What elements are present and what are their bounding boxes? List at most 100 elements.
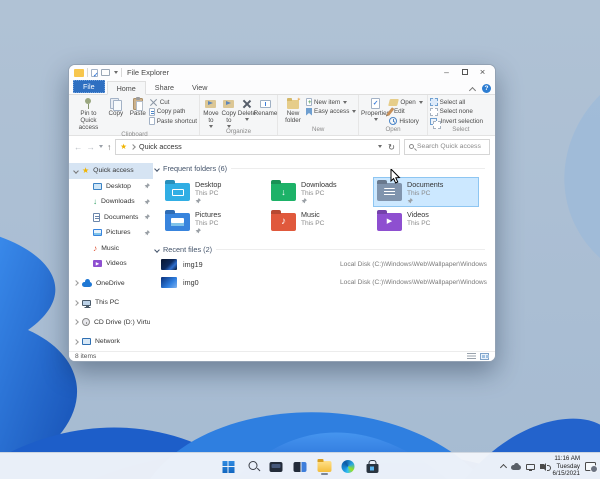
move-to-button[interactable]: Move to xyxy=(202,96,220,128)
forward-button[interactable]: → xyxy=(87,142,96,152)
collapse-chevron-icon[interactable] xyxy=(154,165,160,172)
edge-icon xyxy=(341,460,355,473)
store-button[interactable] xyxy=(364,458,381,475)
new-item-button[interactable]: New item xyxy=(306,98,356,106)
pictures-icon xyxy=(93,229,102,237)
breadcrumb-location[interactable]: Quick access xyxy=(139,142,182,151)
frequent-folders-header[interactable]: Frequent folders (6) xyxy=(154,162,489,175)
minimize-button[interactable]: – xyxy=(439,66,454,79)
sidebar-item-videos[interactable]: ▶ Videos xyxy=(69,256,153,272)
sidebar-item-downloads[interactable]: ↓ Downloads xyxy=(69,194,153,210)
large-icons-view-icon[interactable] xyxy=(480,353,489,360)
tab-share[interactable]: Share xyxy=(146,80,183,94)
tile-music[interactable]: ♪ Music This PC xyxy=(267,207,373,237)
invert-selection-button[interactable]: Invert selection xyxy=(429,117,483,129)
pin-icon xyxy=(84,98,92,109)
taskbar-clock[interactable]: 11:16 AM Tuesday 6/15/2021 xyxy=(552,455,580,477)
tab-home[interactable]: Home xyxy=(106,81,146,95)
collapse-ribbon-icon[interactable] xyxy=(469,85,477,93)
easy-access-button[interactable]: Easy access xyxy=(306,107,357,116)
tile-pictures[interactable]: Pictures This PC xyxy=(161,207,267,237)
address-dropdown-caret[interactable] xyxy=(377,145,382,148)
chevron-right-icon[interactable] xyxy=(73,299,79,306)
recent-locations-caret[interactable] xyxy=(99,145,103,148)
onedrive-tray-icon[interactable] xyxy=(511,462,522,470)
pin-to-quick-access-button[interactable]: Pin to Quick access xyxy=(72,96,105,131)
sidebar-item-this-pc[interactable]: This PC xyxy=(69,295,153,311)
qat-new-folder-icon[interactable] xyxy=(101,69,110,76)
file-row-img0[interactable]: img0 Local Disk (C:)\Windows\Web\Wallpap… xyxy=(161,274,489,292)
sidebar-item-onedrive[interactable]: OneDrive xyxy=(69,276,153,292)
widgets-button[interactable] xyxy=(292,458,309,475)
sidebar-item-music[interactable]: ♪ Music xyxy=(69,241,153,257)
copy-button[interactable]: Copy xyxy=(105,96,127,118)
volume-tray-icon[interactable] xyxy=(540,462,552,471)
new-group-label: New xyxy=(311,126,325,133)
main-area: ★ Quick access Desktop ↓ Downloads Docum… xyxy=(69,157,495,351)
hidden-icons-chevron-icon[interactable] xyxy=(500,463,508,472)
tile-downloads[interactable]: ↓ Downloads This PC xyxy=(267,177,373,207)
history-button[interactable]: History xyxy=(389,117,422,125)
file-row-img19[interactable]: img19 Local Disk (C:)\Windows\Web\Wallpa… xyxy=(161,256,489,274)
chevron-down-icon[interactable] xyxy=(73,167,79,174)
sidebar-item-quick-access[interactable]: ★ Quick access xyxy=(69,163,153,179)
ribbon-group-clipboard: Pin to Quick access Copy Paste Cut Copy … xyxy=(70,95,200,138)
running-app-indicator xyxy=(320,473,328,475)
paste-button[interactable]: Paste xyxy=(127,96,149,118)
status-bar: 8 items xyxy=(69,351,495,361)
dropdown-caret xyxy=(343,100,348,104)
search-box[interactable] xyxy=(404,138,490,155)
task-view-button[interactable] xyxy=(268,458,285,475)
quick-access-icon: ★ xyxy=(120,141,127,151)
up-button[interactable]: ↑ xyxy=(107,142,111,152)
tile-desktop[interactable]: Desktop This PC xyxy=(161,177,267,207)
network-tray-icon[interactable] xyxy=(526,463,536,471)
downloads-folder-icon: ↓ xyxy=(271,183,296,201)
tab-view[interactable]: View xyxy=(183,80,216,94)
properties-button[interactable]: Properties xyxy=(361,96,390,121)
music-icon: ♪ xyxy=(93,242,98,253)
back-button[interactable]: ← xyxy=(74,142,83,152)
tab-file[interactable]: File xyxy=(73,80,105,93)
sidebar-item-cd-drive[interactable]: CD Drive (D:) Virtuall xyxy=(69,315,153,331)
qat-properties-icon[interactable] xyxy=(91,68,98,79)
rename-button[interactable]: Rename xyxy=(254,96,277,118)
new-folder-icon xyxy=(287,97,301,109)
chevron-right-icon[interactable] xyxy=(73,280,79,287)
refresh-icon[interactable]: ↻ xyxy=(388,142,395,152)
select-none-button[interactable]: Select none xyxy=(429,107,483,116)
details-view-icon[interactable] xyxy=(467,353,476,360)
file-explorer-taskbar-button[interactable] xyxy=(316,458,333,475)
new-folder-button[interactable]: New folder xyxy=(280,96,306,125)
pinned-icon xyxy=(301,198,307,204)
collapse-chevron-icon[interactable] xyxy=(154,246,160,253)
cut-button[interactable]: Cut xyxy=(149,98,197,106)
copy-path-button[interactable]: Copy path xyxy=(148,107,197,116)
qat-customize-caret[interactable] xyxy=(114,71,118,74)
ribbon-group-organize: Move to Copy to Delete Rename Organize xyxy=(200,95,278,135)
close-button[interactable]: × xyxy=(475,66,490,79)
start-button[interactable] xyxy=(220,458,237,475)
select-all-button[interactable]: Select all xyxy=(429,98,483,106)
chevron-right-icon[interactable] xyxy=(73,319,79,326)
notification-center-icon[interactable] xyxy=(585,462,598,473)
edit-button[interactable]: Edit xyxy=(386,107,422,116)
sidebar-item-pictures[interactable]: Pictures xyxy=(69,225,153,241)
tile-videos[interactable]: ▶ Videos This PC xyxy=(373,207,479,237)
paste-shortcut-button[interactable]: Paste shortcut xyxy=(148,117,197,125)
sidebar-item-network[interactable]: Network xyxy=(69,334,153,350)
title-bar: File Explorer – × xyxy=(69,65,495,80)
open-button[interactable]: Open xyxy=(388,98,423,106)
taskbar-search-button[interactable] xyxy=(244,458,261,475)
tile-documents[interactable]: Documents This PC xyxy=(373,177,479,207)
maximize-button[interactable] xyxy=(457,66,472,79)
sidebar-item-documents[interactable]: Documents xyxy=(69,210,153,226)
chevron-right-icon[interactable] xyxy=(73,338,79,345)
copy-to-button[interactable]: Copy to xyxy=(220,96,238,128)
help-icon[interactable]: ? xyxy=(482,84,491,93)
edge-button[interactable] xyxy=(340,458,357,475)
recent-files-header[interactable]: Recent files (2) xyxy=(154,243,489,256)
search-input[interactable] xyxy=(417,143,485,150)
sidebar-item-desktop[interactable]: Desktop xyxy=(69,179,153,195)
breadcrumb[interactable]: ★ Quick access ↻ xyxy=(115,138,400,155)
